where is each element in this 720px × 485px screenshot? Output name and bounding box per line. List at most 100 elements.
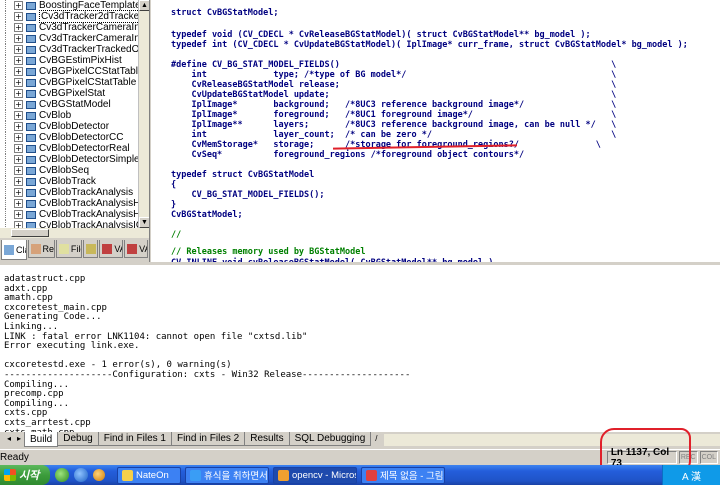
code-line: CvReleaseBGStatModel release; \ bbox=[171, 80, 617, 90]
tree-connector bbox=[5, 99, 19, 110]
tab-scroll-left-icon[interactable]: ◂ bbox=[4, 432, 14, 446]
scroll-down-arrow-icon[interactable]: ▼ bbox=[139, 217, 149, 228]
output-tab[interactable]: Build bbox=[24, 432, 59, 447]
class-icon bbox=[25, 166, 36, 175]
workspace-tab[interactable]: Res bbox=[27, 240, 55, 258]
output-pane[interactable]: adatastruct.cpp adxt.cpp amath.cpp cxcorete… bbox=[0, 262, 720, 432]
scroll-up-arrow-icon[interactable]: ▲ bbox=[139, 0, 149, 11]
workspace-tab[interactable] bbox=[83, 240, 99, 258]
taskbar-task-button[interactable]: opencv - Microsof... bbox=[273, 466, 357, 484]
workspace-tab[interactable]: VA bbox=[124, 240, 148, 258]
tree-item[interactable]: + CvBlobTrackAnalysis bbox=[0, 187, 149, 198]
taskbar-task-button[interactable]: 제목 없음 - 그림판 bbox=[361, 466, 445, 484]
start-button[interactable]: 시작 bbox=[0, 465, 50, 485]
tree-item[interactable]: + CvBlob bbox=[0, 110, 149, 121]
code-line: CvSeq* foreground_regions /*foreground o… bbox=[171, 150, 525, 160]
tree-connector bbox=[5, 209, 19, 220]
help-book-icon bbox=[86, 243, 97, 254]
class-icon bbox=[25, 111, 36, 120]
output-tab[interactable]: Results bbox=[245, 432, 290, 446]
class-icon bbox=[25, 1, 36, 10]
task-label: NateOn bbox=[136, 469, 169, 481]
tree-connector bbox=[5, 121, 19, 132]
quicklaunch-misc-icon[interactable] bbox=[93, 469, 105, 481]
tree-item[interactable]: + Cv3dTrackerCameraIntrin bbox=[0, 33, 149, 44]
tree-item-label: Cv3dTrackerTrackedObje bbox=[39, 44, 150, 55]
tree-connector bbox=[5, 187, 19, 198]
task-label: 휴식을 취하면서 공... bbox=[204, 471, 268, 482]
quicklaunch-ie-icon[interactable] bbox=[74, 468, 88, 482]
code-line: { bbox=[171, 180, 177, 190]
tree-item-label: CvBlobSeq bbox=[39, 165, 90, 176]
tree-connector bbox=[5, 154, 19, 165]
tree-connector bbox=[5, 33, 19, 44]
code-line: CvUpdateBGStatModel update; \ bbox=[171, 90, 617, 100]
tree-item[interactable]: + CvBGStatModel bbox=[0, 99, 149, 110]
workspace-tab-label: Res bbox=[42, 243, 55, 254]
code-editor[interactable]: struct CvBGStatModel; typedef void (CV_CD… bbox=[151, 0, 720, 262]
tree-connector bbox=[5, 0, 19, 11]
output-tab[interactable]: Debug bbox=[58, 432, 99, 446]
class-icon bbox=[25, 199, 36, 208]
tree-item[interactable]: + CvBlobTrackAnalysisHeig bbox=[0, 198, 149, 209]
file-view-icon bbox=[58, 243, 69, 254]
workspace-tab-label: VA bbox=[139, 243, 147, 254]
tree-item[interactable]: + CvBGPixelStat bbox=[0, 88, 149, 99]
code-line: CV_BG_STAT_MODEL_FIELDS(); bbox=[171, 190, 325, 200]
task-label: opencv - Microsof... bbox=[292, 469, 356, 481]
paint-icon bbox=[366, 469, 377, 481]
tree-item[interactable]: + CvBlobDetectorCC bbox=[0, 132, 149, 143]
tree-item[interactable]: + CvBlobDetectorSimple bbox=[0, 154, 149, 165]
tree-connector bbox=[5, 165, 19, 176]
tree-item[interactable]: + CvBGPixelCCStatTable bbox=[0, 66, 149, 77]
tree-item-label: CvBlob bbox=[39, 110, 72, 121]
output-tab[interactable]: Find in Files 1 bbox=[98, 432, 172, 446]
tree-item-label: CvBGPixelStat bbox=[39, 88, 106, 99]
tree-item[interactable]: + Cv3dTrackerCameraInfo bbox=[0, 22, 149, 33]
status-ready-text: Ready bbox=[0, 452, 29, 463]
scroll-thumb[interactable] bbox=[11, 229, 49, 237]
tree-item[interactable]: + CvBlobDetectorReal bbox=[0, 143, 149, 154]
workspace-tab[interactable]: VA bbox=[99, 240, 124, 258]
output-tab[interactable]: SQL Debugging bbox=[289, 432, 372, 446]
tree-item[interactable]: + CvBlobDetector bbox=[0, 121, 149, 132]
code-line: typedef struct CvBGStatModel bbox=[171, 170, 315, 180]
tree-item[interactable]: + Cv3dTrackerTrackedObje bbox=[0, 44, 149, 55]
tree-item[interactable]: + CvBlobSeq bbox=[0, 165, 149, 176]
code-line: int layer_count; /* can be zero */ \ bbox=[171, 130, 617, 140]
workspace-tab-label: VA bbox=[114, 243, 122, 254]
tree-item[interactable]: + CvBGEstimPixHist bbox=[0, 55, 149, 66]
taskbar-task-button[interactable]: 휴식을 취하면서 공... bbox=[185, 466, 269, 484]
class-icon bbox=[25, 34, 36, 43]
workspace-tab[interactable]: Cla bbox=[1, 240, 27, 260]
tab-scroll-right-icon[interactable]: ▸ bbox=[14, 432, 24, 446]
tree-horizontal-scrollbar[interactable] bbox=[0, 228, 149, 238]
start-label: 시작 bbox=[19, 470, 40, 482]
workspace-tab[interactable]: File bbox=[55, 240, 83, 258]
tree-item-label: CvBlobTrack bbox=[39, 176, 96, 187]
tree-item[interactable]: + CvBlobTrack bbox=[0, 176, 149, 187]
tree-item[interactable]: + CvBGPixelCStatTable bbox=[0, 77, 149, 88]
workspace-tab-label: File bbox=[70, 243, 81, 254]
code-line: typedef void (CV_CDECL * CvReleaseBGStat… bbox=[171, 30, 591, 40]
system-tray[interactable]: A 漢 bbox=[662, 465, 720, 485]
taskbar: 시작 NateOn 휴식을 취하면서 공... opencv - Microsof.… bbox=[0, 465, 720, 485]
tree-connector bbox=[5, 22, 19, 33]
class-icon bbox=[25, 12, 36, 21]
class-icon bbox=[25, 144, 36, 153]
task-label: 제목 없음 - 그림판 bbox=[380, 471, 444, 482]
tree-item[interactable]: + Cv3dTracker2dTrackedOb bbox=[0, 10, 149, 23]
class-icon bbox=[25, 210, 36, 219]
taskbar-task-button[interactable]: NateOn bbox=[117, 466, 181, 484]
ime-indicator[interactable]: A 漢 bbox=[682, 468, 701, 483]
tab-scroll-end-icon[interactable]: / bbox=[371, 432, 381, 446]
code-line: // Releases memory used by BGStatModel bbox=[171, 247, 366, 257]
output-tab[interactable]: Find in Files 2 bbox=[171, 432, 246, 446]
tree-connector bbox=[5, 198, 19, 209]
tree-item[interactable]: + CvBlobTrackAnalysisHist bbox=[0, 209, 149, 220]
tree-connector bbox=[5, 132, 19, 143]
quicklaunch-green-icon[interactable] bbox=[55, 468, 69, 482]
class-view-tree[interactable]: + BoostingFaceTemplate + Cv3dTracker2dTrack… bbox=[0, 0, 150, 238]
class-icon bbox=[25, 23, 36, 32]
tree-vertical-scrollbar[interactable]: ▲ ▼ bbox=[138, 0, 149, 228]
